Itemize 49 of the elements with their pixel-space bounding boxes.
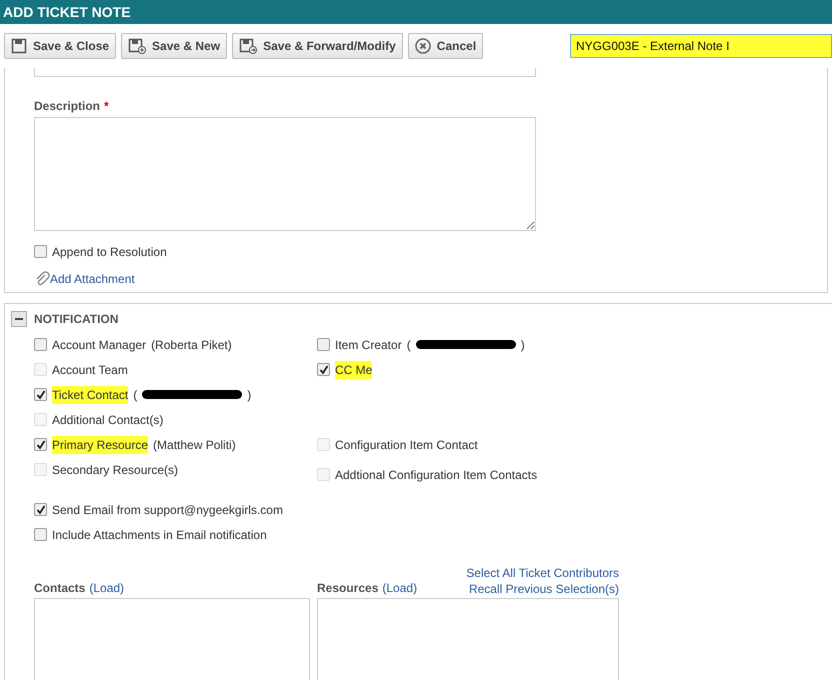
- checkbox[interactable]: [317, 363, 330, 376]
- option-detail: (: [133, 386, 138, 404]
- option-label: Primary Resource: [52, 436, 148, 454]
- section-title: NOTIFICATION: [34, 311, 118, 328]
- contacts-label: Contacts: [34, 580, 86, 597]
- option-label: Secondary Resource(s): [52, 462, 178, 478]
- cancel-icon: [414, 38, 431, 54]
- window-title: ADD TICKET NOTE: [3, 2, 131, 22]
- description-field[interactable]: [34, 117, 536, 231]
- option-label: Send Email from support@nygeekgirls.com: [52, 502, 283, 518]
- text-field[interactable]: [34, 68, 536, 77]
- option-label: Account Team: [52, 362, 128, 378]
- checkbox[interactable]: [317, 338, 330, 351]
- load-link[interactable]: (Load): [382, 579, 418, 597]
- option-detail: (Roberta Piket): [151, 336, 232, 354]
- option-label: Account Manager: [52, 336, 146, 354]
- collapse-button[interactable]: [11, 311, 27, 327]
- option-detail: ): [247, 386, 252, 404]
- checkbox[interactable]: [34, 388, 47, 401]
- selection-link[interactable]: Select All Ticket Contributors: [466, 565, 619, 581]
- checkbox[interactable]: [34, 503, 47, 516]
- selection-link[interactable]: Recall Previous Selection(s): [468, 581, 619, 597]
- option-label: Item Creator: [335, 336, 402, 354]
- description-label: Description: [34, 98, 100, 115]
- toolbar-button[interactable]: Save & Close: [4, 33, 116, 59]
- checkbox[interactable]: [34, 338, 47, 351]
- option-label: Append to Resolution: [52, 244, 167, 260]
- option-detail: (: [406, 336, 411, 354]
- option-detail: (Matthew Politi): [153, 436, 236, 454]
- toolbar-button[interactable]: Save & Forward/Modify: [232, 33, 403, 59]
- checkbox[interactable]: [34, 438, 47, 451]
- paperclip-icon: [34, 271, 50, 287]
- checkbox[interactable]: [34, 245, 47, 258]
- title-field[interactable]: NYGG003E - External Note I: [570, 34, 832, 58]
- toolbar-button[interactable]: Cancel: [408, 33, 484, 59]
- resources-label: Resources: [317, 580, 378, 597]
- option-label: Additional Contact(s): [52, 412, 164, 428]
- option-label: Addtional Configuration Item Contacts: [335, 466, 538, 484]
- floppy-disk-arrow-icon: [239, 38, 258, 54]
- toolbar-button[interactable]: Save & New: [121, 33, 228, 59]
- option-label: CC Me: [335, 360, 372, 378]
- required-mark: *: [104, 98, 109, 115]
- option-detail: ): [520, 336, 525, 354]
- checkbox[interactable]: [34, 528, 47, 541]
- load-link[interactable]: (Load): [89, 579, 124, 597]
- option-label: Include Attachments in Email notification: [52, 526, 267, 544]
- option-label: Configuration Item Contact: [335, 436, 478, 454]
- floppy-disk-plus-icon: [128, 38, 146, 54]
- add-attachment-link[interactable]: Add Attachment: [50, 270, 135, 288]
